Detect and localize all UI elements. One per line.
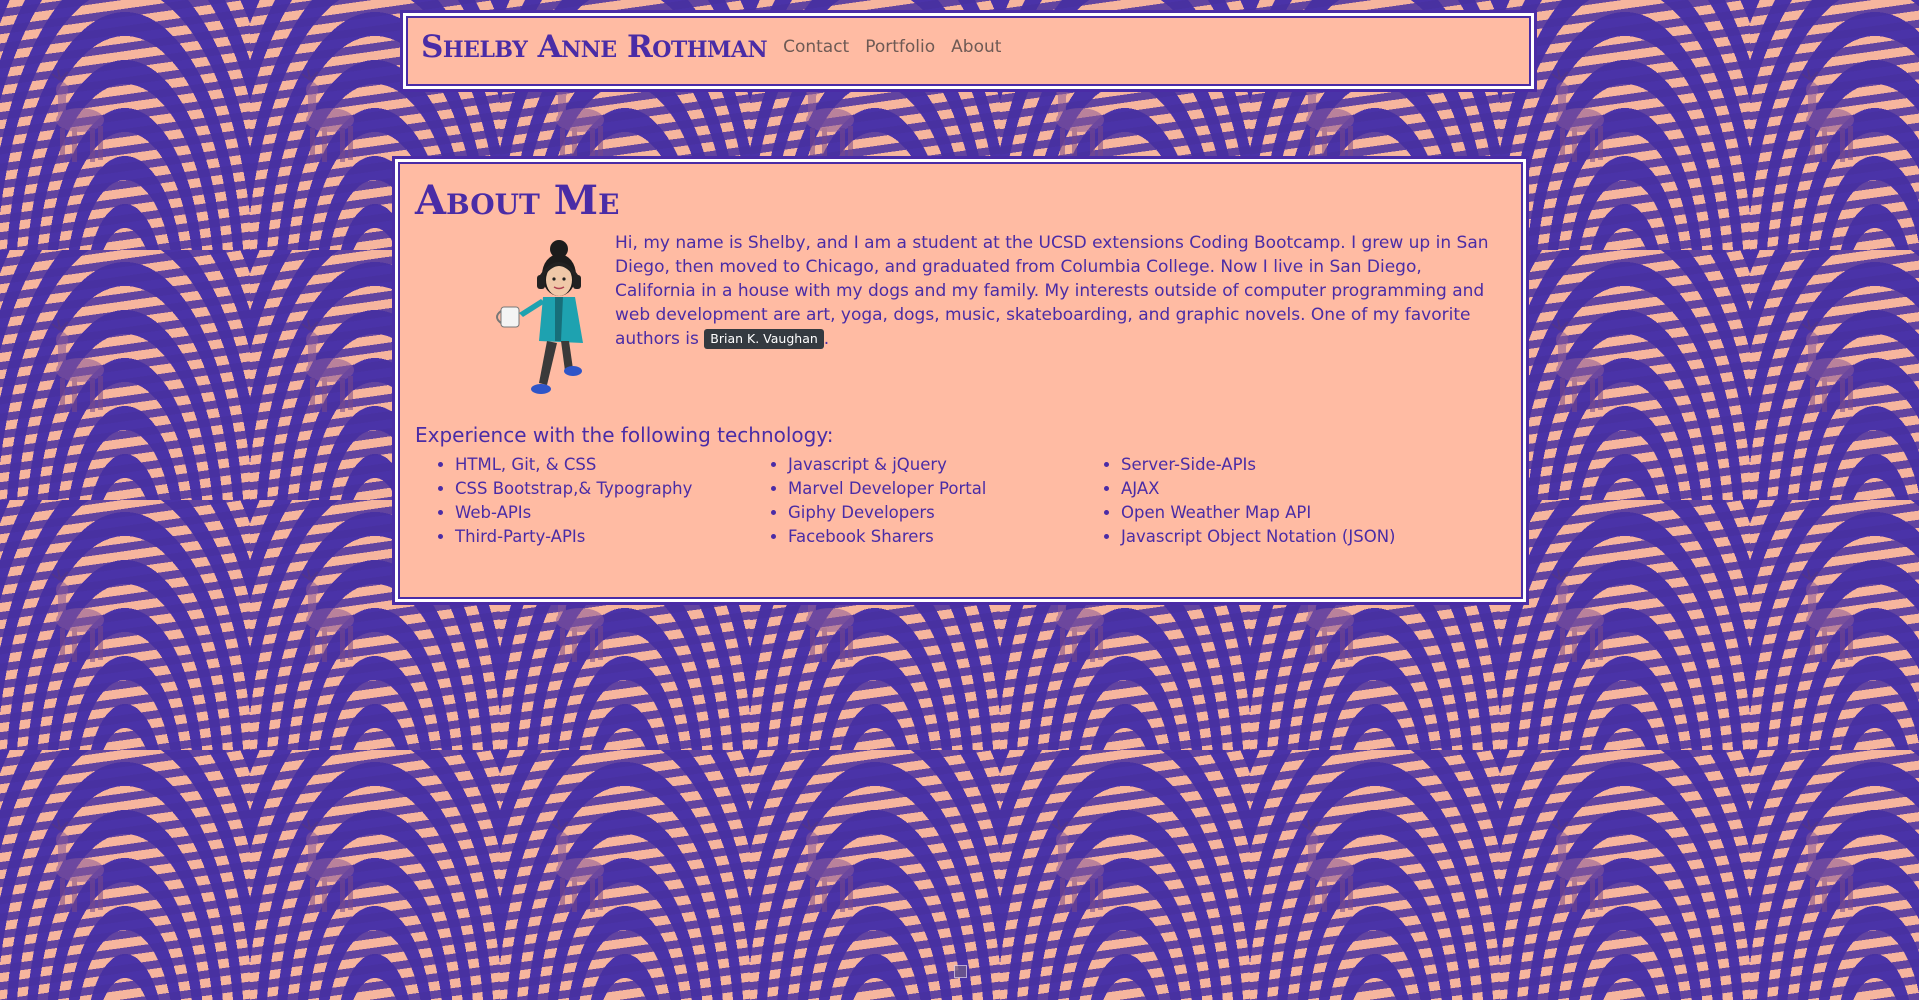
deer-silhouette-icon: [301, 320, 354, 412]
list-item: Giphy Developers: [788, 501, 1081, 525]
list-item: Server-Side-APIs: [1121, 453, 1414, 477]
deer-silhouette-icon: [1801, 70, 1854, 162]
deer-silhouette-icon: [1551, 820, 1604, 912]
tech-column-1: HTML, Git, & CSS CSS Bootstrap,& Typogra…: [415, 453, 748, 549]
bitmoji-avatar-icon: [415, 233, 615, 423]
about-card: About Me Hi, my name is Shelby, and I am…: [392, 156, 1529, 605]
list-item: Facebook Sharers: [788, 525, 1081, 549]
nav-link-about[interactable]: About: [951, 37, 1001, 57]
deer-silhouette-icon: [51, 570, 104, 662]
brand-title[interactable]: Shelby Anne Rothman: [421, 29, 768, 65]
deer-silhouette-icon: [301, 570, 354, 662]
deer-silhouette-icon: [1551, 570, 1604, 662]
list-item: AJAX: [1121, 477, 1414, 501]
deer-silhouette-icon: [1801, 320, 1854, 412]
intro-row: Hi, my name is Shelby, and I am a studen…: [415, 233, 1506, 423]
list-item: CSS Bootstrap,& Typography: [455, 477, 748, 501]
list-item: Web-APIs: [455, 501, 748, 525]
bio-paragraph: Hi, my name is Shelby, and I am a studen…: [615, 231, 1505, 406]
navbar: Shelby Anne Rothman Contact Portfolio Ab…: [400, 10, 1537, 92]
nav-link-portfolio[interactable]: Portfolio: [865, 37, 935, 57]
bio-end: .: [823, 329, 830, 349]
list-item: Javascript & jQuery: [788, 453, 1081, 477]
nav-link-contact[interactable]: Contact: [783, 37, 849, 57]
deer-silhouette-icon: [1801, 570, 1854, 662]
deer-silhouette-icon: [51, 820, 104, 912]
technology-list: HTML, Git, & CSS CSS Bootstrap,& Typogra…: [415, 453, 1506, 549]
deer-silhouette-icon: [301, 820, 354, 912]
about-heading: About Me: [415, 177, 620, 224]
deer-silhouette-icon: [801, 820, 854, 912]
list-item: HTML, Git, & CSS: [455, 453, 748, 477]
deer-silhouette-icon: [551, 820, 604, 912]
footer-icon: [954, 965, 967, 978]
list-item: Javascript Object Notation (JSON): [1121, 525, 1414, 549]
deer-silhouette-icon: [301, 70, 354, 162]
deer-silhouette-icon: [1551, 70, 1604, 162]
deer-silhouette-icon: [1051, 820, 1104, 912]
deer-silhouette-icon: [51, 70, 104, 162]
favorite-author-badge: Brian K. Vaughan: [704, 329, 824, 349]
experience-title: Experience with the following technology…: [415, 423, 834, 447]
tech-column-3: Server-Side-APIs AJAX Open Weather Map A…: [1081, 453, 1414, 549]
tech-column-2: Javascript & jQuery Marvel Developer Por…: [748, 453, 1081, 549]
list-item: Marvel Developer Portal: [788, 477, 1081, 501]
deer-silhouette-icon: [1301, 820, 1354, 912]
deer-silhouette-icon: [51, 320, 104, 412]
list-item: Open Weather Map API: [1121, 501, 1414, 525]
deer-silhouette-icon: [1801, 820, 1854, 912]
list-item: Third-Party-APIs: [455, 525, 748, 549]
deer-silhouette-icon: [1551, 320, 1604, 412]
